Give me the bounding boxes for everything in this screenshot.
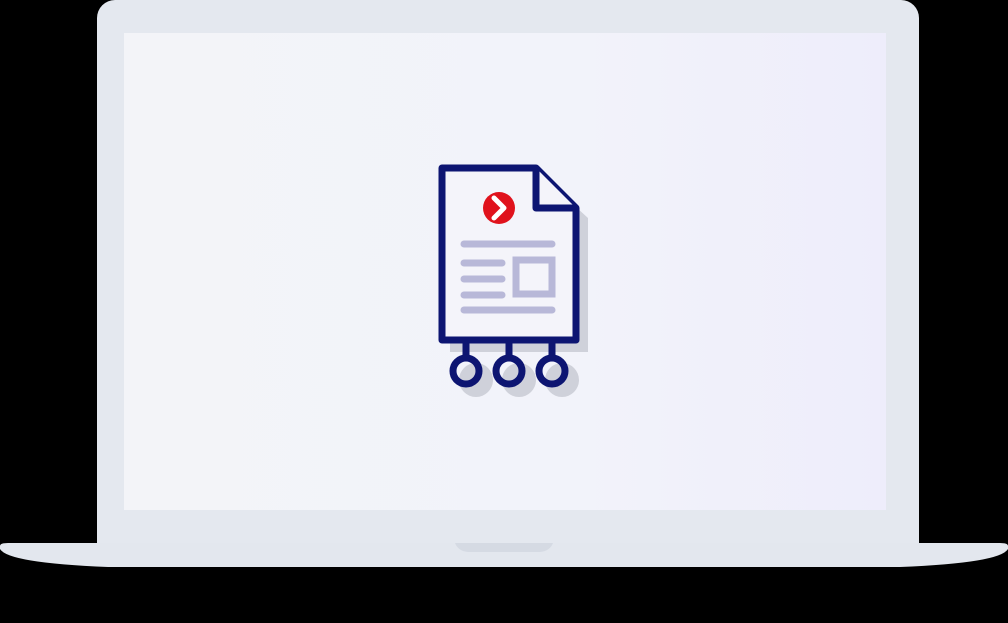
chevron-right-icon <box>483 192 515 224</box>
document-flow-icon <box>438 164 588 397</box>
laptop-base <box>0 543 1008 567</box>
document-fold <box>532 168 576 212</box>
stage <box>0 0 1008 623</box>
